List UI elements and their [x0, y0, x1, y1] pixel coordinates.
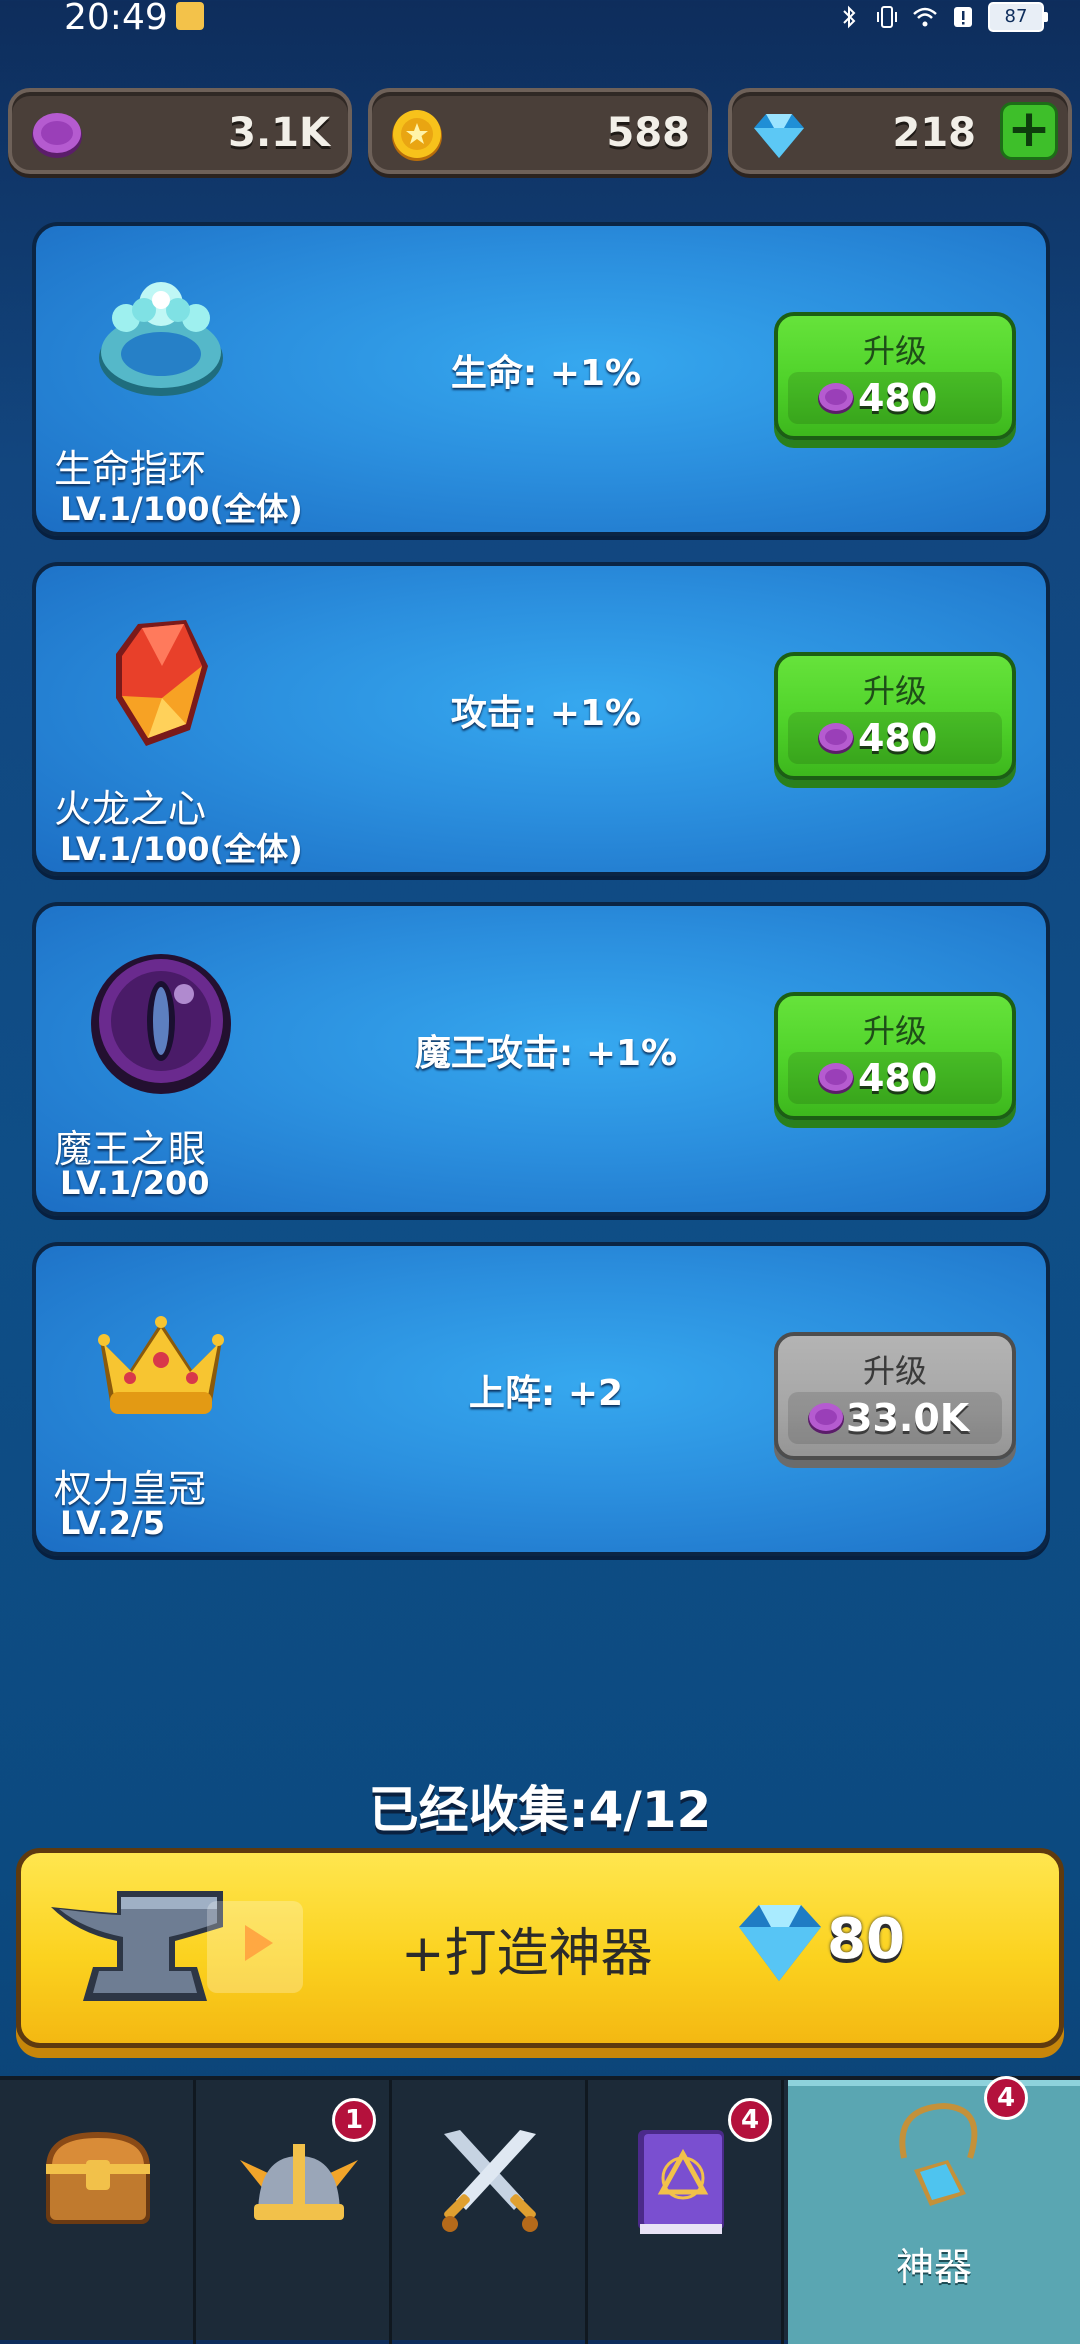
forge-label: +打造神器 [401, 1924, 653, 1984]
upgrade-button[interactable]: 升级 480 [774, 992, 1016, 1120]
upgrade-cost: 33.0K [846, 1396, 970, 1440]
artifact-level: LV.1/100(全体) [60, 830, 303, 868]
dragon-heart-gem-icon [116, 620, 208, 746]
currency-purple-coin: 3.1K [8, 88, 352, 174]
artifact-effect: 魔王攻击: +1% [414, 1033, 678, 1074]
upgrade-button-disabled[interactable]: 升级 33.0K [774, 1332, 1016, 1460]
gold-coin-icon [392, 110, 442, 161]
battery-indicator: 87 [988, 2, 1048, 32]
artifact-effect: 攻击: +1% [450, 693, 642, 734]
upgrade-label: 升级 [862, 1352, 927, 1390]
amulet-icon [899, 2102, 978, 2206]
notification-badge: 4 [984, 2076, 1028, 2120]
artifact-card-life-ring: 生命指环 LV.1/100(全体) 生命: +1% 升级 480 [32, 222, 1050, 536]
upgrade-button[interactable]: 升级 480 [774, 652, 1016, 780]
bottom-nav: 1 4 神器 4 [0, 2076, 1080, 2344]
status-icons: 87 [836, 2, 1048, 32]
notification-app-icon [176, 2, 204, 30]
artifact-level: LV.1/200 [60, 1164, 210, 1202]
life-ring-icon [99, 282, 223, 396]
upgrade-label: 升级 [862, 1012, 927, 1050]
upgrade-cost: 480 [858, 1056, 938, 1100]
currency-diamond: 218 + [728, 88, 1072, 174]
tab-label: 神器 [895, 2245, 972, 2289]
upgrade-button[interactable]: 升级 480 [774, 312, 1016, 440]
tab-spellbook[interactable]: 4 [588, 2080, 784, 2344]
upgrade-label: 升级 [862, 332, 927, 370]
collected-count: 已经收集:4/12 [368, 1781, 712, 1839]
diamond-icon [754, 114, 804, 158]
artifact-level: LV.1/100(全体) [60, 490, 303, 528]
alert-icon [954, 7, 972, 27]
diamond-icon [739, 1905, 821, 1981]
artifact-card-crown: 权力皇冠 LV.2/5 上阵: +2 升级 33.0K [32, 1242, 1050, 1556]
add-diamond-button[interactable]: + [1000, 102, 1058, 160]
status-time: 20:49 [64, 0, 168, 38]
artifact-effect: 生命: +1% [450, 353, 642, 394]
tab-battle[interactable] [392, 2080, 588, 2344]
currency-bar: 3.1K 588 218 + [8, 88, 1072, 178]
cost-band: 480 [788, 372, 1002, 424]
cost-band: 33.0K [788, 1392, 1002, 1444]
artifact-effect: 上阵: +2 [468, 1373, 624, 1414]
forge-price: 80 [827, 1907, 905, 1972]
spellbook-icon [638, 2130, 724, 2234]
vibrate-icon [877, 6, 897, 28]
diamond-value: 218 [892, 110, 977, 156]
artifact-card-dragon-heart: 火龙之心 LV.1/100(全体) 攻击: +1% 升级 480 [32, 562, 1050, 876]
purple-coin-icon [818, 383, 854, 414]
upgrade-cost: 480 [858, 716, 938, 760]
bluetooth-icon [843, 5, 856, 29]
upgrade-cost: 480 [858, 376, 938, 420]
currency-gold-coin: 588 [368, 88, 712, 174]
purple-coin-icon [818, 1063, 854, 1094]
cost-band: 480 [788, 712, 1002, 764]
upgrade-label: 升级 [862, 672, 927, 710]
crossed-swords-icon [442, 2130, 538, 2232]
purple-coin-value: 3.1K [228, 110, 330, 156]
status-bar: 20:49 87 [0, 0, 1080, 60]
tab-artifacts[interactable]: 神器 4 [788, 2076, 1080, 2344]
notification-badge: 4 [728, 2098, 772, 2142]
notification-badge: 1 [332, 2098, 376, 2142]
crown-icon [98, 1316, 224, 1414]
demon-eye-icon [91, 954, 231, 1094]
purple-coin-icon [32, 113, 82, 158]
tab-heroes[interactable]: 1 [196, 2080, 392, 2344]
tab-treasure[interactable] [0, 2080, 196, 2344]
wifi-icon [913, 7, 937, 27]
forge-artifact-button[interactable]: +打造神器 80 [16, 1848, 1064, 2048]
cost-band: 480 [788, 1052, 1002, 1104]
purple-coin-icon [808, 1403, 844, 1434]
video-ad-icon [207, 1901, 303, 1993]
treasure-chest-icon [46, 2132, 150, 2224]
gold-coin-value: 588 [606, 110, 691, 156]
artifact-level: LV.2/5 [60, 1504, 165, 1542]
artifact-card-demon-eye: 魔王之眼 LV.1/200 魔王攻击: +1% 升级 480 [32, 902, 1050, 1216]
purple-coin-icon [818, 723, 854, 754]
